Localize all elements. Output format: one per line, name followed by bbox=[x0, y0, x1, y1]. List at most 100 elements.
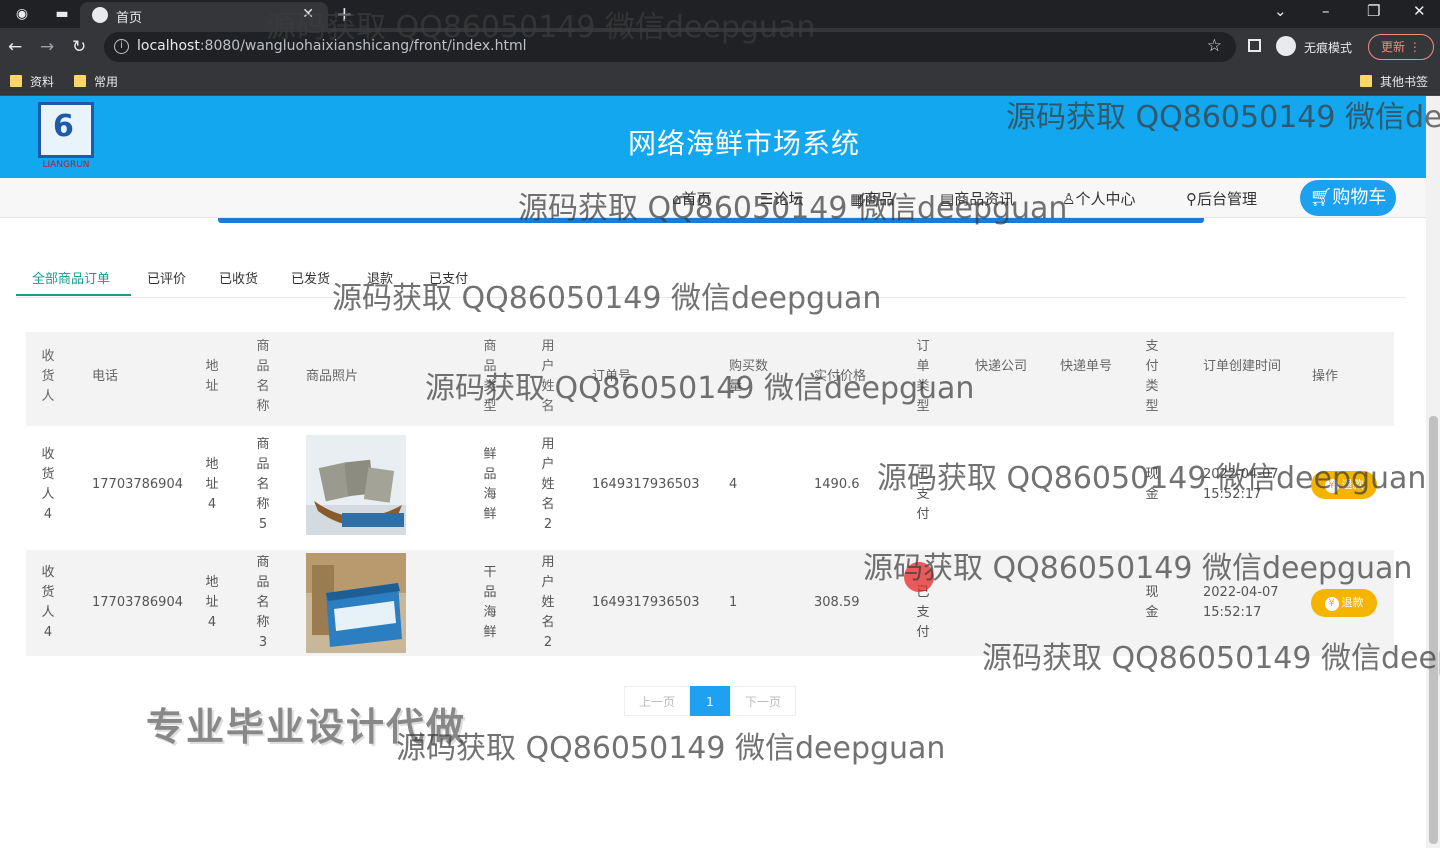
cell-address: 地址4 bbox=[205, 575, 219, 630]
cell-price: 308.59 bbox=[814, 595, 860, 610]
tab-title: 首页 bbox=[116, 11, 143, 26]
url-text: localhost:8080/wangluohaixianshicang/fro… bbox=[137, 38, 527, 54]
cell-receiver: 收货人4 bbox=[41, 565, 55, 640]
refund-button[interactable]: ¥ 退款 bbox=[1311, 589, 1377, 617]
browser-menu-icon[interactable]: ◉ bbox=[14, 6, 30, 22]
restore-button[interactable]: ❐ bbox=[1367, 2, 1380, 20]
th-order-no: 订单号 bbox=[592, 369, 632, 384]
th-product-name: 商品名称 bbox=[256, 339, 270, 414]
cell-product-name: 商品名称3 bbox=[256, 555, 270, 650]
page-1-button[interactable]: 1 bbox=[690, 686, 730, 716]
page: 6 LIANGRUN 网络海鲜市场系统 ⌂首页 ☰论坛 ▦商品 ▤商品资讯 ♙个… bbox=[0, 96, 1440, 848]
nav-products[interactable]: ▦商品 bbox=[850, 188, 894, 209]
folder-icon bbox=[10, 75, 22, 87]
cart-button[interactable]: 🛒︎购物车 bbox=[1300, 180, 1396, 216]
cell-order-type: 已支付 bbox=[916, 585, 930, 640]
browser-tab[interactable]: 首页 ✕ bbox=[80, 2, 328, 28]
tab-refund[interactable]: 退款 bbox=[367, 268, 393, 287]
yen-icon: ¥ bbox=[1324, 597, 1339, 611]
tab-list-chevron-icon[interactable]: ⌄ bbox=[1274, 2, 1287, 20]
address-bar[interactable]: i localhost:8080/wangluohaixianshicang/f… bbox=[104, 32, 1236, 62]
cell-order-no: 1649317936503 bbox=[592, 477, 700, 492]
minimize-button[interactable]: – bbox=[1322, 2, 1330, 20]
cell-user-name: 用户姓名2 bbox=[541, 437, 555, 532]
cell-time: 15:52:17 bbox=[1203, 605, 1262, 620]
tab-close-icon[interactable]: ✕ bbox=[302, 6, 314, 22]
cell-product-type: 鲜品海鲜 bbox=[483, 447, 497, 522]
cell-date: 2022-04-07 bbox=[1203, 585, 1279, 600]
prev-page-button[interactable]: 上一页 bbox=[624, 686, 690, 716]
main-nav: ⌂首页 ☰论坛 ▦商品 ▤商品资讯 ♙个人中心 ⚲后台管理 bbox=[0, 178, 1426, 218]
nav-product-news[interactable]: ▤商品资讯 bbox=[940, 188, 1014, 209]
bookmark-star-icon[interactable]: ☆ bbox=[1207, 36, 1222, 56]
nav-forum[interactable]: ☰论坛 bbox=[760, 188, 803, 209]
tab-reviewed[interactable]: 已评价 bbox=[147, 268, 186, 287]
cell-product-name: 商品名称5 bbox=[256, 437, 270, 532]
browser-tab-bar: ◉ ▬ 首页 ✕ + ⌄ – ❐ ✕ bbox=[0, 0, 1440, 28]
new-tab-button[interactable]: + bbox=[336, 2, 353, 26]
site-title: 网络海鲜市场系统 bbox=[628, 127, 861, 160]
tab-all-orders[interactable]: 全部商品订单 bbox=[32, 268, 110, 287]
bookmark-folder-常用[interactable]: 常用 bbox=[74, 73, 118, 90]
th-receiver: 收货人 bbox=[41, 349, 55, 404]
nav-underline bbox=[218, 218, 1204, 223]
site-logo[interactable]: 6 LIANGRUN bbox=[36, 102, 96, 174]
next-page-button[interactable]: 下一页 bbox=[730, 686, 796, 716]
cell-pay-type: 现金 bbox=[1145, 467, 1159, 502]
cell-user-name: 用户姓名2 bbox=[541, 555, 555, 650]
nav-admin[interactable]: ⚲后台管理 bbox=[1186, 188, 1257, 209]
scrollbar-thumb[interactable] bbox=[1429, 416, 1438, 844]
th-courier: 快递公司 bbox=[975, 359, 1028, 374]
cell-receiver: 收货人4 bbox=[41, 447, 55, 522]
cell-address: 地址4 bbox=[205, 457, 219, 512]
active-tab-indicator bbox=[16, 294, 131, 296]
side-panel-icon[interactable] bbox=[1248, 39, 1261, 52]
folder-icon bbox=[74, 75, 86, 87]
cell-price: 1490.6 bbox=[814, 477, 860, 492]
th-pay-type: 支付类型 bbox=[1145, 339, 1159, 414]
th-product-photo: 商品照片 bbox=[306, 369, 359, 384]
incognito-label: 无痕模式 bbox=[1304, 41, 1353, 55]
nav-personal-center[interactable]: ♙个人中心 bbox=[1062, 188, 1135, 209]
globe-icon bbox=[92, 7, 108, 23]
tab-search-icon[interactable]: ▬ bbox=[54, 6, 70, 22]
incognito-icon[interactable] bbox=[1276, 36, 1296, 56]
news-icon: ▤ bbox=[940, 190, 955, 208]
other-bookmarks[interactable]: 其他书签 bbox=[1360, 73, 1428, 90]
update-button[interactable]: 更新 ⋮ bbox=[1368, 34, 1434, 60]
product-photo[interactable] bbox=[306, 435, 406, 535]
nav-home[interactable]: ⌂首页 bbox=[672, 188, 712, 209]
user-icon: ♙ bbox=[1062, 190, 1076, 208]
forward-button[interactable]: → bbox=[40, 37, 54, 57]
close-window-button[interactable]: ✕ bbox=[1413, 2, 1426, 20]
bookmark-folder-资料[interactable]: 资料 bbox=[10, 73, 54, 90]
tab-received[interactable]: 已收货 bbox=[219, 268, 258, 287]
back-button[interactable]: ← bbox=[8, 37, 22, 57]
refund-button[interactable]: ¥ 退款 bbox=[1311, 471, 1377, 499]
home-icon: ⌂ bbox=[672, 190, 682, 208]
tab-paid[interactable]: 已支付 bbox=[429, 268, 468, 287]
cell-pay-type: 现金 bbox=[1145, 585, 1159, 620]
th-quantity: 购买数量 bbox=[729, 359, 769, 394]
logo-text: LIANGRUN bbox=[42, 160, 90, 170]
th-price: 实付价格 bbox=[814, 369, 867, 384]
promo-overlay: 专业毕业设计代做 bbox=[146, 705, 467, 749]
tab-shipped[interactable]: 已发货 bbox=[291, 268, 330, 287]
table-header: 收货人 电话 地址 商品名称 商品照片 商品类型 用户姓名 订单号 购买数量 实… bbox=[26, 332, 1394, 426]
th-product-type: 商品类型 bbox=[483, 339, 497, 414]
browser-toolbar: ← → ↻ i localhost:8080/wangluohaixianshi… bbox=[0, 28, 1440, 66]
cell-quantity: 1 bbox=[729, 595, 738, 610]
cell-order-type: 已支付 bbox=[916, 467, 930, 522]
product-icon: ▦ bbox=[850, 190, 865, 208]
product-photo[interactable] bbox=[306, 553, 406, 653]
mouse-cursor-highlight bbox=[904, 562, 934, 592]
cell-quantity: 4 bbox=[729, 477, 738, 492]
forum-icon: ☰ bbox=[760, 190, 774, 208]
link-icon: ⚲ bbox=[1186, 190, 1197, 208]
site-info-icon[interactable]: i bbox=[114, 39, 129, 54]
table-row: 收货人4 17703786904 地址4 商品名称5 鲜品海鲜 用户姓名2 16… bbox=[26, 432, 1394, 538]
th-created-at: 订单创建时间 bbox=[1203, 359, 1282, 374]
cell-product-type: 干品海鲜 bbox=[483, 565, 497, 640]
th-actions: 操作 bbox=[1312, 369, 1339, 384]
reload-button[interactable]: ↻ bbox=[72, 37, 86, 57]
